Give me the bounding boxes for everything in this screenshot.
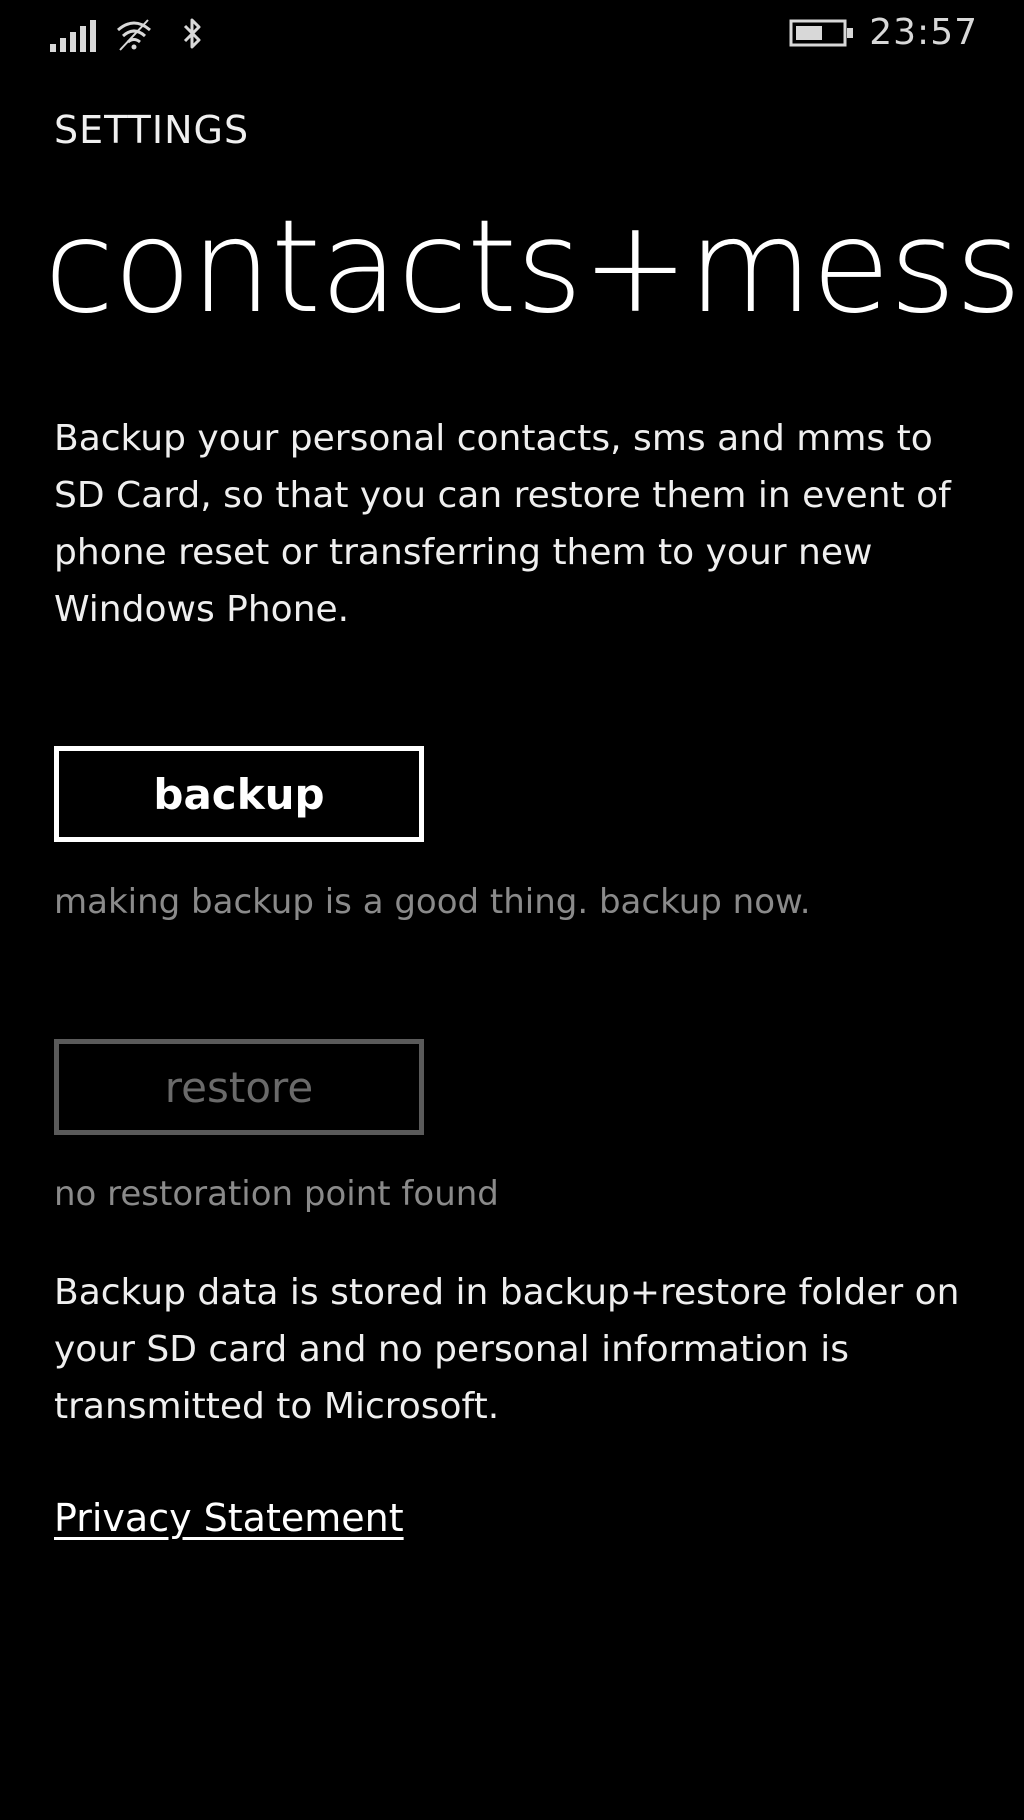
privacy-statement-link[interactable]: Privacy Statement [54, 1496, 404, 1540]
storage-note: Backup data is stored in backup+restore … [54, 1272, 960, 1427]
status-right: 23:57 [789, 12, 978, 53]
restore-button[interactable]: restore [54, 1039, 424, 1135]
wifi-icon [117, 19, 151, 51]
description-text: Backup your personal contacts, sms and m… [54, 418, 951, 630]
status-bar: 23:57 [0, 0, 1024, 70]
restore-hint: no restoration point found [54, 1174, 499, 1214]
battery-icon [789, 19, 854, 46]
page-title: contacts+message backup [44, 198, 1024, 338]
signal-strength-icon [50, 20, 96, 52]
bluetooth-icon [183, 18, 201, 49]
backup-hint: making backup is a good thing. backup no… [54, 882, 811, 922]
status-left [50, 16, 212, 52]
section-label: SETTINGS [54, 108, 250, 152]
status-time: 23:57 [869, 12, 978, 53]
backup-button[interactable]: backup [54, 746, 424, 842]
